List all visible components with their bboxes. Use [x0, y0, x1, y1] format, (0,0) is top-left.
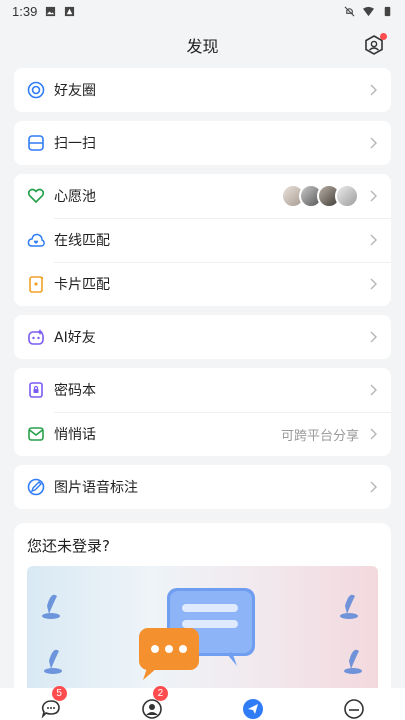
row-label: 密码本 [54, 383, 96, 399]
chevron-right-icon [370, 331, 377, 343]
row-label: 在线匹配 [54, 233, 110, 249]
envelope-icon [26, 424, 46, 444]
row-label: 心愿池 [54, 189, 96, 205]
row-online-match[interactable]: 在线匹配 [14, 218, 391, 262]
profile-button[interactable] [363, 33, 387, 56]
row-label: AI好友 [54, 330, 96, 346]
chevron-right-icon [370, 137, 377, 149]
chevron-right-icon [370, 190, 377, 202]
lock-book-icon [26, 380, 46, 400]
chevron-right-icon [370, 84, 377, 96]
chevron-right-icon [370, 278, 377, 290]
notification-dot [380, 33, 387, 40]
chevron-right-icon [370, 428, 377, 440]
row-label: 卡片匹配 [54, 277, 110, 293]
status-bar: 1:39 [0, 0, 405, 22]
tab-messages[interactable]: 5 [36, 686, 67, 720]
group-ai: AI好友 [14, 315, 391, 359]
row-password-book[interactable]: 密码本 [14, 368, 391, 412]
pen-icon [26, 477, 46, 497]
wifi-icon [363, 6, 374, 16]
wish-avatars [281, 184, 359, 208]
row-image-voice-annotation[interactable]: 图片语音标注 [14, 465, 391, 509]
app-notification-icon [65, 6, 75, 16]
paper-plane-icon [243, 699, 264, 719]
heart-icon [26, 186, 46, 206]
unread-badge: 5 [51, 686, 67, 701]
group-scan: 扫一扫 [14, 121, 391, 165]
row-label: 好友圈 [54, 83, 96, 99]
login-card[interactable]: 您还未登录? [14, 523, 391, 713]
tab-contacts[interactable]: 2 [137, 686, 168, 720]
chevron-right-icon [370, 481, 377, 493]
page-title: 发现 [186, 37, 219, 56]
row-label: 图片语音标注 [54, 480, 138, 496]
row-label: 悄悄话 [54, 427, 96, 443]
moments-icon [26, 80, 46, 100]
row-label: 扫一扫 [54, 136, 96, 152]
battery-icon [384, 6, 391, 16]
row-wish-pool[interactable]: 心愿池 [14, 174, 391, 218]
group-matching: 心愿池 在线匹配 卡片匹配 [14, 174, 391, 306]
gallery-icon [46, 6, 56, 16]
chat-bubble-icon [41, 700, 60, 719]
status-time: 1:39 [12, 3, 38, 19]
group-annotation: 图片语音标注 [14, 465, 391, 509]
unread-badge: 2 [152, 686, 168, 701]
row-whisper[interactable]: 悄悄话 可跨平台分享 [14, 412, 391, 456]
profile-icon [344, 699, 365, 719]
chevron-right-icon [370, 384, 377, 396]
mute-icon [344, 6, 355, 16]
card-icon [26, 274, 46, 294]
scan-icon [26, 133, 46, 153]
row-card-match[interactable]: 卡片匹配 [14, 262, 391, 306]
login-title: 您还未登录? [27, 537, 110, 555]
contacts-icon [142, 699, 162, 719]
row-scan[interactable]: 扫一扫 [14, 121, 391, 165]
tab-discover[interactable] [238, 690, 268, 720]
row-hint: 可跨平台分享 [280, 428, 359, 444]
group-moments: 好友圈 [14, 68, 391, 112]
header: 发现 [0, 22, 405, 68]
group-privacy: 密码本 悄悄话 可跨平台分享 [14, 368, 391, 456]
chevron-right-icon [370, 234, 377, 246]
ai-robot-icon [26, 327, 46, 347]
row-moments[interactable]: 好友圈 [14, 68, 391, 112]
row-ai-friend[interactable]: AI好友 [14, 315, 391, 359]
cloud-heart-icon [26, 230, 46, 250]
avatar [335, 184, 359, 208]
bottom-tab-bar: 5 2 [0, 686, 405, 720]
tab-me[interactable] [339, 690, 369, 720]
